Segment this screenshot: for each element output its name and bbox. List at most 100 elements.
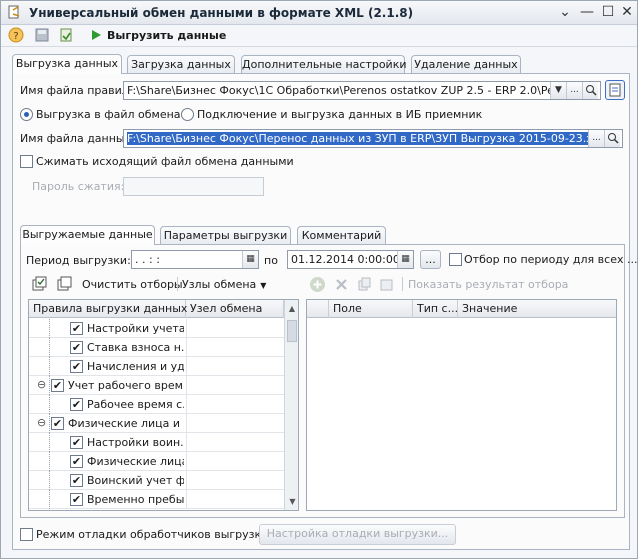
collapse-icon[interactable]: ⊖ [37, 417, 46, 429]
toolbar-divider [402, 277, 403, 291]
tab-comment[interactable]: Комментарий [297, 226, 386, 245]
password-field[interactable] [123, 177, 264, 196]
period-filter-checkbox[interactable] [449, 253, 462, 266]
table-row[interactable]: ✔ Настройки учета... [29, 319, 284, 338]
row-checkbox[interactable]: ✔ [70, 493, 83, 506]
vertical-scrollbar[interactable]: ▲ ▼ [284, 300, 298, 510]
scrollbar-thumb[interactable] [287, 320, 297, 342]
uncheck-all-icon[interactable] [55, 275, 73, 293]
restore-settings-icon[interactable] [57, 26, 75, 44]
tab-delete[interactable]: Удаление данных [411, 55, 521, 74]
table-row[interactable]: ✔ Настройки воин... [29, 433, 284, 452]
row-checkbox[interactable]: ✔ [51, 417, 64, 430]
column-header-node[interactable]: Узел обмена [186, 300, 284, 318]
compress-label[interactable]: Сжимать исходящий файл обмена данными [36, 155, 294, 168]
rule-label: Учет рабочего врем... [68, 379, 184, 392]
column-header-type[interactable]: Тип с... [413, 300, 458, 318]
minimize-button[interactable]: — [578, 4, 596, 20]
period-select-button[interactable]: ... [420, 250, 441, 269]
row-checkbox[interactable]: ✔ [51, 379, 64, 392]
exchange-node-cell[interactable] [187, 395, 284, 413]
maximize-button[interactable]: ☐ [599, 4, 617, 20]
search-icon[interactable] [604, 130, 620, 147]
column-header-field[interactable]: Поле [329, 300, 413, 318]
row-checkbox[interactable]: ✔ [70, 474, 83, 487]
row-checkbox[interactable]: ✔ [70, 436, 83, 449]
period-start-field[interactable]: . . : : ▦ [131, 250, 259, 269]
row-checkbox[interactable]: ✔ [70, 322, 83, 335]
radio-connect-label[interactable]: Подключение и выгрузка данных в ИБ прием… [197, 108, 482, 121]
svg-text:?: ? [13, 31, 18, 42]
column-header-value[interactable]: Значение [458, 300, 616, 318]
row-checkbox[interactable]: ✔ [70, 455, 83, 468]
table-row[interactable]: ⊖ ✔ Физические лица и ... [29, 414, 284, 433]
compress-checkbox[interactable] [20, 155, 33, 168]
search-icon[interactable] [582, 82, 598, 99]
help-icon[interactable]: ? [7, 26, 25, 44]
duplicate-icon[interactable] [379, 277, 394, 292]
exchange-node-cell[interactable] [187, 414, 284, 432]
close-button[interactable]: ✕ [618, 4, 636, 20]
data-file-field[interactable]: F:\Share\Бизнес Фокус\Перенос данных из … [123, 129, 623, 148]
exchange-nodes-menu[interactable]: Узлы обмена ▼ [182, 278, 266, 291]
table-row[interactable]: ✔ Временно пребы... [29, 490, 284, 509]
row-checkbox[interactable]: ✔ [70, 360, 83, 373]
check-all-icon[interactable] [30, 275, 48, 293]
scroll-down-icon[interactable]: ▼ [285, 497, 298, 506]
save-settings-icon[interactable] [33, 26, 51, 44]
period-end-field[interactable]: 01.12.2014 0:00:00 ▦ [287, 250, 414, 269]
scroll-up-icon[interactable]: ▲ [285, 304, 298, 313]
debug-mode-label[interactable]: Режим отладки обработчиков выгрузки [36, 528, 268, 541]
run-icon[interactable] [87, 26, 105, 44]
collapse-menu-icon[interactable]: ⌄ [556, 4, 574, 20]
debug-settings-button[interactable]: Настройка отладки выгрузки... [259, 524, 456, 545]
calendar-icon[interactable]: ▦ [397, 251, 413, 268]
rules-grid-header: Правила выгрузки данных Узел обмена [29, 300, 284, 318]
table-row[interactable]: ✔ Рабочее время с... [29, 395, 284, 414]
main-window: Универсальный обмен данными в формате XM… [0, 0, 638, 559]
clear-filters-button[interactable]: Очистить отборы [82, 278, 183, 291]
show-filter-result-button[interactable]: Показать результат отбора [408, 278, 568, 291]
row-checkbox[interactable]: ✔ [70, 398, 83, 411]
tree-line [49, 338, 50, 357]
add-icon[interactable] [310, 277, 325, 292]
radio-export-to-file-label[interactable]: Выгрузка в файл обмена [36, 108, 181, 121]
row-checkbox[interactable]: ✔ [70, 341, 83, 354]
tab-extra-settings[interactable]: Дополнительные настройки [241, 55, 407, 74]
select-button[interactable]: ... [588, 130, 604, 147]
calendar-icon[interactable]: ▦ [242, 251, 258, 268]
table-row[interactable]: ✔ Физические лица [29, 452, 284, 471]
exchange-node-cell[interactable] [187, 433, 284, 451]
column-header-rules[interactable]: Правила выгрузки данных [29, 300, 187, 318]
table-row[interactable]: ⊖ ✔ Учет рабочего врем... [29, 376, 284, 395]
rules-file-field[interactable]: F:\Share\Бизнес Фокус\1С Обработки\Peren… [123, 81, 601, 100]
tab-import[interactable]: Загрузка данных [127, 55, 235, 74]
exchange-node-cell[interactable] [187, 319, 284, 337]
exchange-node-cell[interactable] [187, 338, 284, 356]
toolbar-divider [177, 277, 178, 291]
table-row[interactable]: ✔ Ставка взноса н... [29, 338, 284, 357]
exchange-node-cell[interactable] [187, 490, 284, 508]
copy-icon[interactable] [357, 277, 372, 292]
radio-connect[interactable] [181, 108, 194, 121]
radio-export-to-file[interactable] [20, 108, 33, 121]
table-row[interactable]: ✔ Начисления и уд... [29, 357, 284, 376]
dropdown-icon[interactable]: ▼ [550, 82, 566, 99]
reread-rules-icon[interactable] [605, 80, 625, 100]
collapse-icon[interactable]: ⊖ [37, 379, 46, 391]
debug-mode-checkbox[interactable] [20, 528, 33, 541]
period-filter-label[interactable]: Отбор по периоду для всех ... [464, 253, 637, 266]
tab-export[interactable]: Выгрузка данных [12, 54, 122, 74]
run-export-button[interactable]: Выгрузить данные [107, 29, 226, 42]
tab-export-data[interactable]: Выгружаемые данные [20, 225, 155, 245]
delete-icon[interactable] [334, 277, 349, 292]
exchange-node-cell[interactable] [187, 471, 284, 489]
exchange-node-cell[interactable] [187, 357, 284, 375]
select-button[interactable]: ... [566, 82, 582, 99]
rules-grid: Правила выгрузки данных Узел обмена ✔ Нас… [28, 299, 299, 511]
table-row[interactable]: ✔ Воинский учет ф... [29, 471, 284, 490]
exchange-node-cell[interactable] [187, 452, 284, 470]
exchange-node-cell[interactable] [187, 376, 284, 394]
tab-export-params[interactable]: Параметры выгрузки [160, 226, 291, 245]
dropdown-icon: ▼ [260, 281, 267, 290]
